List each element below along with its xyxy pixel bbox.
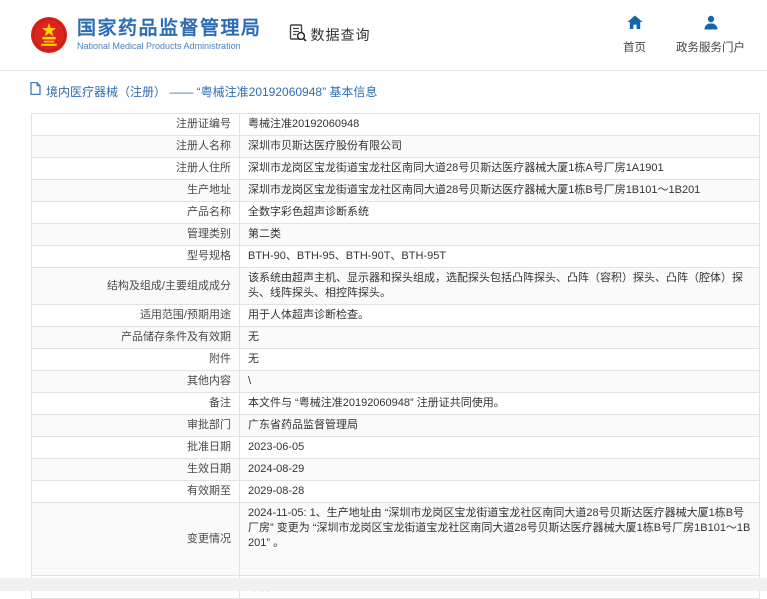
site-subtitle: National Medical Products Administration [77,41,262,52]
row-label: 注册人名称 [32,136,240,158]
nav-item-home[interactable]: 首页 [623,15,646,55]
row-label: 管理类别 [32,224,240,246]
nav-label-gov-portal: 政务服务门户 [676,39,745,55]
table-row: 审批部门广东省药品监督管理局 [32,415,760,437]
row-value: BTH-90、BTH-95、BTH-90T、BTH-95T [240,246,760,268]
table-row: 适用范围/预期用途用于人体超声诊断检查。 [32,305,760,327]
table-row: 产品名称全数字彩色超声诊断系统 [32,202,760,224]
row-label: 注册证编号 [32,114,240,136]
row-value: 2024-11-05: 1、生产地址由 “深圳市龙岗区宝龙街道宝龙社区南同大道2… [240,503,760,576]
row-value: 深圳市贝斯达医疗股份有限公司 [240,136,760,158]
row-value: 该系统由超声主机、显示器和探头组成，选配探头包括凸阵探头、凸阵（容积）探头、凸阵… [240,268,760,305]
row-value: 深圳市龙岗区宝龙街道宝龙社区南同大道28号贝斯达医疗器械大厦1栋A号厂房1A19… [240,158,760,180]
site-title: 国家药品监督管理局 [77,18,262,40]
row-value: 广东省药品监督管理局 [240,415,760,437]
row-label: 附件 [32,349,240,371]
document-search-icon [288,23,307,47]
row-label: 备注 [32,393,240,415]
page-header: 国家药品监督管理局 National Medical Products Admi… [0,0,767,70]
data-query-label: 数据查询 [311,25,371,45]
row-value: 粤械注准20192060948 [240,114,760,136]
row-label: 型号规格 [32,246,240,268]
device-info-table: 注册证编号粤械注准20192060948注册人名称深圳市贝斯达医疗股份有限公司注… [31,113,760,599]
row-value: 本文件与 “粤械注准20192060948” 注册证共同使用。 [240,393,760,415]
table-row: 注册人名称深圳市贝斯达医疗股份有限公司 [32,136,760,158]
row-label: 批准日期 [32,437,240,459]
document-icon [30,82,41,100]
home-icon [627,15,643,35]
table-row: 注册人住所深圳市龙岗区宝龙街道宝龙社区南同大道28号贝斯达医疗器械大厦1栋A号厂… [32,158,760,180]
row-label: 生效日期 [32,459,240,481]
row-value: 深圳市龙岗区宝龙街道宝龙社区南同大道28号贝斯达医疗器械大厦1栋B号厂房1B10… [240,180,760,202]
row-value: 2024-08-29 [240,459,760,481]
table-row: 结构及组成/主要组成成分该系统由超声主机、显示器和探头组成，选配探头包括凸阵探头… [32,268,760,305]
national-emblem-icon [30,16,68,54]
row-value: 第二类 [240,224,760,246]
nav-label-home: 首页 [623,39,646,55]
row-label: 变更情况 [32,503,240,576]
table-row: 产品储存条件及有效期无 [32,327,760,349]
footer-band [0,578,767,591]
row-label: 适用范围/预期用途 [32,305,240,327]
row-value: \ [240,371,760,393]
nav-item-gov-portal[interactable]: 政务服务门户 [676,15,745,55]
brand-text: 国家药品监督管理局 National Medical Products Admi… [77,18,262,52]
table-row: 生产地址深圳市龙岗区宝龙街道宝龙社区南同大道28号贝斯达医疗器械大厦1栋B号厂房… [32,180,760,202]
row-label: 生产地址 [32,180,240,202]
page-title: 境内医疗器械（注册） —— “粤械注准20192060948” 基本信息 [46,83,377,100]
data-query-button[interactable]: 数据查询 [288,23,371,47]
table-row: 管理类别第二类 [32,224,760,246]
table-row: 变更情况2024-11-05: 1、生产地址由 “深圳市龙岗区宝龙街道宝龙社区南… [32,503,760,576]
row-value: 用于人体超声诊断检查。 [240,305,760,327]
row-value: 无 [240,327,760,349]
table-row: 注册证编号粤械注准20192060948 [32,114,760,136]
device-info-section: 注册证编号粤械注准20192060948注册人名称深圳市贝斯达医疗股份有限公司注… [31,113,760,599]
row-label: 其他内容 [32,371,240,393]
row-label: 产品储存条件及有效期 [32,327,240,349]
table-row: 备注本文件与 “粤械注准20192060948” 注册证共同使用。 [32,393,760,415]
table-row: 批准日期2023-06-05 [32,437,760,459]
table-row: 其他内容\ [32,371,760,393]
brand: 国家药品监督管理局 National Medical Products Admi… [30,16,262,54]
row-label: 结构及组成/主要组成成分 [32,268,240,305]
row-value: 2029-08-28 [240,481,760,503]
row-value: 全数字彩色超声诊断系统 [240,202,760,224]
row-value: 2023-06-05 [240,437,760,459]
table-row: 有效期至2029-08-28 [32,481,760,503]
row-label: 审批部门 [32,415,240,437]
row-label: 注册人住所 [32,158,240,180]
user-icon [703,15,719,35]
header-nav: 首页 政务服务门户 [623,15,749,55]
row-value: 无 [240,349,760,371]
row-label: 产品名称 [32,202,240,224]
table-row: 型号规格BTH-90、BTH-95、BTH-90T、BTH-95T [32,246,760,268]
table-row: 生效日期2024-08-29 [32,459,760,481]
table-row: 附件无 [32,349,760,371]
breadcrumb: 境内医疗器械（注册） —— “粤械注准20192060948” 基本信息 [0,70,767,109]
row-label: 有效期至 [32,481,240,503]
